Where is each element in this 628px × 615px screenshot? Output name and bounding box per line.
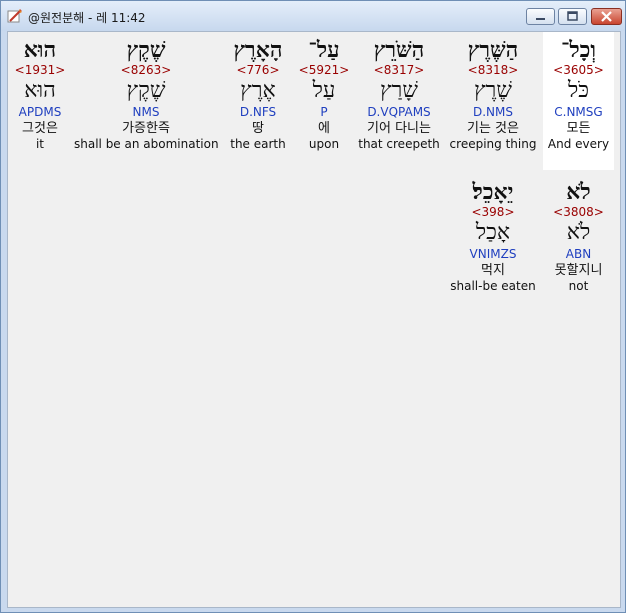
english-gloss: shall be an abomination: [74, 137, 219, 151]
english-gloss: that creepeth: [358, 137, 440, 151]
morphology-code: C.NMSG: [554, 105, 603, 119]
hebrew-word: הַשֹּׁרֵץ: [373, 37, 425, 63]
hebrew-word: הַשֶּׁרֶץ: [467, 37, 519, 63]
korean-gloss: 먹지: [481, 263, 505, 278]
english-gloss: the earth: [230, 137, 286, 151]
hebrew-lemma: עַל: [312, 78, 336, 103]
morphology-code: D.NMS: [472, 105, 513, 119]
word-cell[interactable]: עַל־ <5921> עַל P 에 upon: [297, 37, 351, 152]
morphology-code: NMS: [132, 105, 160, 119]
strong-number[interactable]: <5921>: [297, 63, 351, 78]
english-gloss: shall-be eaten: [450, 279, 536, 293]
korean-gloss: 못할지니: [554, 263, 603, 278]
window-title: @원전분해 - 레 11:42: [28, 11, 146, 25]
hebrew-word: שֶׁקֶץ: [126, 37, 166, 63]
hebrew-lemma: שָׁרַץ: [380, 78, 418, 103]
english-gloss: And every: [547, 137, 610, 151]
word-cell[interactable]: הָאָרֶץ <776> אֶרֶץ D.NFS 땅 the earth: [223, 37, 293, 152]
korean-gloss: 그것은: [22, 121, 58, 136]
strong-number[interactable]: <3605>: [543, 63, 614, 78]
minimize-button[interactable]: [526, 8, 555, 25]
english-gloss: upon: [308, 137, 340, 151]
korean-gloss: 가증한즉: [122, 121, 170, 136]
strong-number[interactable]: <8317>: [356, 63, 442, 78]
word-cell-selected[interactable]: וְכָל־ <3605> כֹּל C.NMSG 모든 And every: [543, 32, 614, 170]
hebrew-lemma: לֹא: [566, 220, 591, 245]
hebrew-lemma: שֶׁרֶץ: [474, 78, 512, 103]
korean-gloss: 기는 것은: [467, 121, 519, 136]
morphology-code: ABN: [565, 247, 592, 261]
strong-number[interactable]: <8263>: [74, 63, 218, 78]
maximize-button[interactable]: [558, 8, 587, 25]
hebrew-word: הָאָרֶץ: [233, 37, 283, 63]
hebrew-lemma: כֹּל: [567, 78, 590, 103]
morphology-code: APDMS: [18, 105, 62, 119]
word-cell[interactable]: הוּא <1931> הוּא APDMS 그것은 it: [13, 37, 67, 152]
interlinear-panel: הוּא <1931> הוּא APDMS 그것은 it שֶׁקֶץ <82…: [7, 31, 621, 608]
strong-number[interactable]: <398>: [447, 205, 539, 220]
word-cell[interactable]: יֵאָכֵל׃ <398> אָכַל VNIMZS 먹지 shall-be …: [447, 179, 539, 294]
morphology-code: VNIMZS: [469, 247, 517, 261]
hebrew-word: וְכָל־: [560, 37, 597, 63]
morphology-code: D.NFS: [239, 105, 277, 119]
strong-number[interactable]: <1931>: [13, 63, 67, 78]
title-bar[interactable]: @원전분해 - 레 11:42: [1, 1, 625, 31]
word-cell[interactable]: הַשֹּׁרֵץ <8317> שָׁרַץ D.VQPAMS 기어 다니는 …: [356, 37, 442, 152]
hebrew-lemma: אָכַל: [475, 220, 511, 245]
english-gloss: not: [568, 279, 589, 293]
korean-gloss: 에: [318, 121, 330, 136]
hebrew-word: הוּא: [23, 37, 57, 63]
english-gloss: creeping thing: [449, 137, 537, 151]
word-cell[interactable]: הַשֶּׁרֶץ <8318> שֶׁרֶץ D.NMS 기는 것은 cree…: [447, 37, 539, 152]
english-gloss: it: [35, 137, 45, 151]
hebrew-lemma: שֶׁקֶץ: [126, 78, 166, 103]
hebrew-word: יֵאָכֵל׃: [472, 179, 514, 205]
morphology-code: P: [320, 105, 328, 119]
word-cell[interactable]: לֹא <3808> לֹא ABN 못할지니 not: [543, 179, 614, 294]
hebrew-lemma: הוּא: [24, 78, 56, 103]
korean-gloss: 기어 다니는: [367, 121, 431, 136]
korean-gloss: 땅: [252, 121, 264, 136]
hebrew-word: עַל־: [308, 37, 340, 63]
morphology-code: D.VQPAMS: [367, 105, 431, 119]
hebrew-lemma: אֶרֶץ: [240, 78, 276, 103]
strong-number[interactable]: <3808>: [543, 205, 614, 220]
close-button[interactable]: [591, 8, 622, 25]
hebrew-word: לֹא: [566, 179, 591, 205]
korean-gloss: 모든: [566, 121, 591, 136]
strong-number[interactable]: <8318>: [447, 63, 539, 78]
word-cell[interactable]: שֶׁקֶץ <8263> שֶׁקֶץ NMS 가증한즉 shall be a…: [74, 37, 219, 152]
app-icon[interactable]: [7, 8, 23, 24]
app-window: @원전분해 - 레 11:42 הוּא <1931> הוּא APDMS 그…: [0, 0, 626, 613]
strong-number[interactable]: <776>: [223, 63, 293, 78]
